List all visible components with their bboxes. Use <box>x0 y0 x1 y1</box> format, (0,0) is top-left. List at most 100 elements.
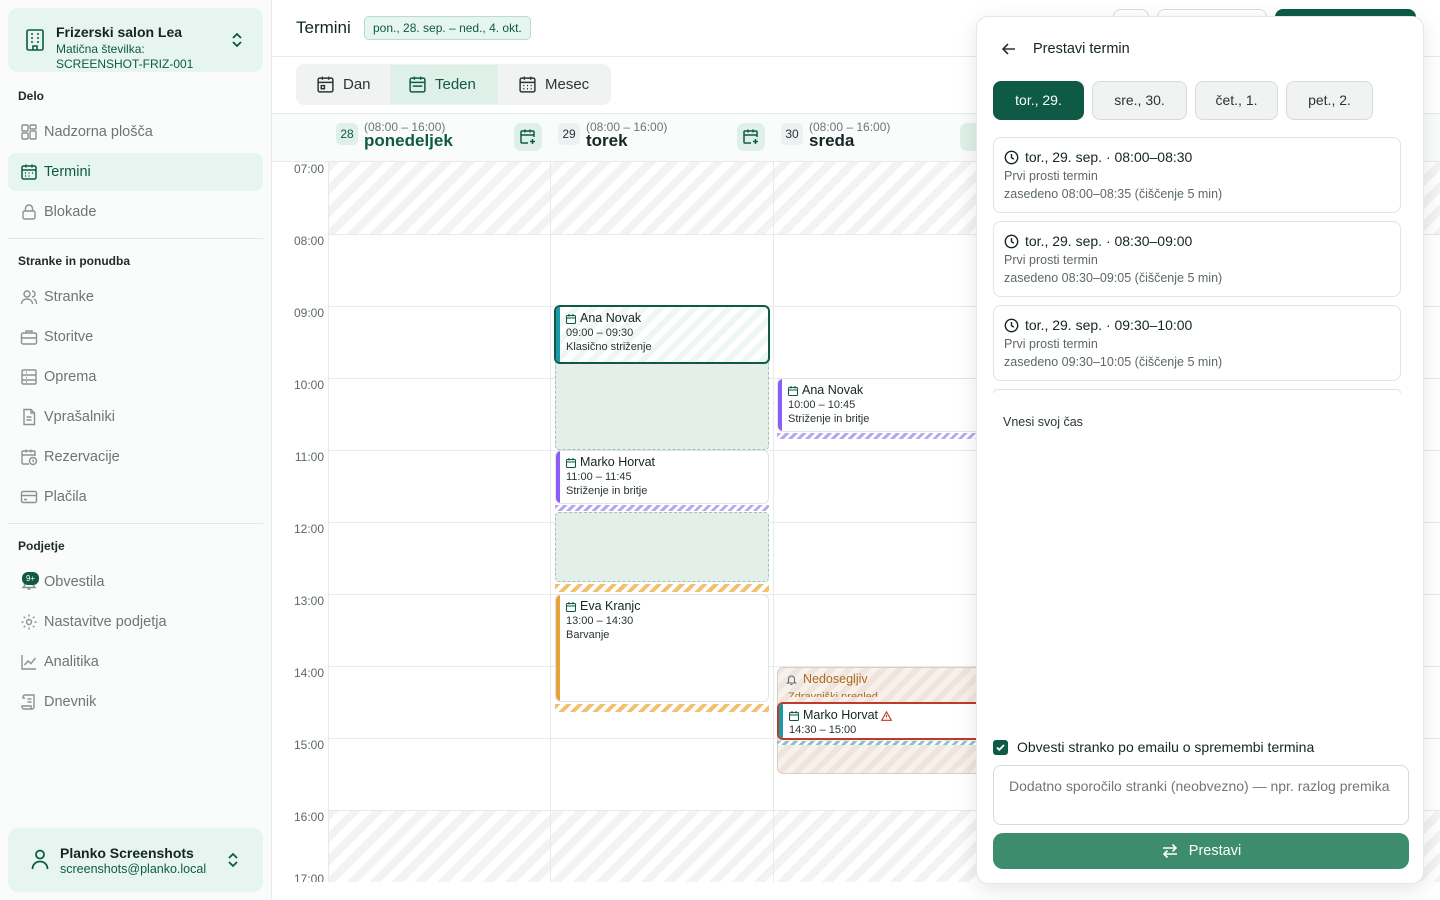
appointment-client: Ana Novak <box>580 311 642 325</box>
appointment-client: Ana Novak <box>802 383 864 397</box>
calendar-icon <box>789 710 799 721</box>
cleanup-buffer <box>777 433 997 439</box>
sidebar-divider <box>8 523 263 524</box>
calendar-icon <box>21 164 37 180</box>
cleanup-buffer <box>777 741 997 745</box>
submit-label: Prestavi <box>1188 843 1242 859</box>
appointment-client: Marko Horvat <box>580 455 656 469</box>
calendar-icon <box>566 601 576 612</box>
calendar-add-icon <box>520 129 535 144</box>
appointment-card[interactable]: Ana Novak 10:00 – 10:45 Striženje in bri… <box>777 378 997 432</box>
sidebar-item-label: Nastavitve podjetja <box>44 614 167 630</box>
day-column-line <box>328 162 329 882</box>
day-column-line <box>773 162 774 882</box>
cleanup-buffer <box>555 584 769 592</box>
day-number: 28 <box>336 123 358 145</box>
calendar-icon <box>317 76 334 93</box>
slot-label: Prvi prosti termin <box>1004 169 1098 183</box>
view-label: Mesec <box>545 76 590 93</box>
day-name: torek <box>586 131 628 150</box>
calendar-icon <box>566 457 576 468</box>
sidebar-item-label: Storitve <box>44 329 94 345</box>
notify-label: Obvesti stranko po emailu o spremembi te… <box>1017 739 1315 755</box>
view-day-button[interactable]: Dan <box>316 65 401 104</box>
sidebar-item-clients[interactable]: Stranke <box>8 278 263 316</box>
appointment-card[interactable]: Marko Horvat 11:00 – 11:45 Striženje in … <box>555 450 769 504</box>
document-icon <box>23 408 36 426</box>
appointment-service: Klasično striženje <box>566 341 652 353</box>
day-header: 29 (08:00 – 16:00) torek <box>550 114 773 163</box>
day-name: ponedeljek <box>364 131 453 150</box>
sidebar-item-services[interactable]: Storitve <box>8 318 263 356</box>
view-week-button[interactable]: Teden <box>390 65 498 104</box>
free-slot-highlight[interactable] <box>555 512 769 582</box>
appointment-card[interactable]: Eva Kranjc 13:00 – 14:30 Barvanje <box>555 594 769 702</box>
free-slot-highlight[interactable] <box>555 360 769 450</box>
sidebar-item-questionnaires[interactable]: Vprašalniki <box>8 398 263 436</box>
appointment-card[interactable]: Ana Novak 09:00 – 09:30 Klasično strižen… <box>554 305 770 364</box>
time-slot-option[interactable]: tor., 29. sep. · 08:00–08:30 Prvi prosti… <box>993 137 1401 213</box>
add-appointment-button[interactable] <box>514 123 542 151</box>
sidebar-item-payments[interactable]: Plačila <box>8 478 263 516</box>
sidebar-item-label: Nadzorna plošča <box>44 124 153 140</box>
cleanup-buffer <box>555 704 769 712</box>
unavailable-label: Nedosegljiv <box>803 672 868 686</box>
day-chip[interactable]: tor., 29. <box>993 81 1084 120</box>
warning-icon <box>881 710 893 721</box>
calendar-add-icon <box>743 129 758 144</box>
appointment-time: 10:00 – 10:45 <box>788 399 856 411</box>
slot-label: Prvi prosti termin <box>1004 253 1098 267</box>
appointment-color-bar <box>556 595 560 701</box>
sidebar-item-notifications[interactable]: Obvestila <box>8 563 263 601</box>
appointment-color-bar <box>556 451 560 503</box>
time-slot-option[interactable]: tor., 29. sep. · 08:30–09:00 Prvi prosti… <box>993 221 1401 297</box>
arrow-left-icon[interactable] <box>1001 41 1017 57</box>
sidebar-item-company-settings[interactable]: Nastavitve podjetja <box>8 603 263 641</box>
appointment-card-conflict[interactable]: Marko Horvat 14:30 – 15:00 <box>777 702 997 740</box>
checkbox-checked[interactable] <box>993 739 1008 755</box>
swap-icon <box>1162 843 1177 859</box>
appointment-service: Barvanje <box>566 629 610 641</box>
appointment-client: Marko Horvat <box>803 708 879 722</box>
scroll-icon <box>21 694 35 710</box>
section-label-clients: Stranke in ponudba <box>18 254 131 268</box>
sidebar-item-reservations[interactable]: Rezervacije <box>8 438 263 476</box>
time-label: 12:00 <box>293 522 324 536</box>
sidebar-item-log[interactable]: Dnevnik <box>8 683 263 721</box>
chevron-up-down-icon <box>228 852 238 868</box>
panel-title: Prestavi termin <box>1033 41 1130 57</box>
slot-time: tor., 29. sep. · 08:00–08:30 <box>1025 149 1193 165</box>
sidebar-item-dashboard[interactable]: Nadzorna plošča <box>8 113 263 151</box>
appointment-color-bar <box>778 379 782 431</box>
time-slot-option-partial <box>993 389 1401 393</box>
sidebar-item-blocks[interactable]: Blokade <box>8 193 263 231</box>
appointment-service: Striženje in britje <box>788 413 870 425</box>
sidebar-item-equipment[interactable]: Oprema <box>8 358 263 396</box>
appointment-color-bar <box>779 704 783 738</box>
view-label: Teden <box>435 76 476 93</box>
day-chip[interactable]: čet., 1. <box>1195 81 1278 120</box>
day-chip[interactable]: sre., 30. <box>1092 81 1187 120</box>
view-month-button[interactable]: Mesec <box>518 65 608 104</box>
day-name: sreda <box>809 131 855 150</box>
add-appointment-button[interactable] <box>737 123 765 151</box>
time-label: 10:00 <box>293 378 324 392</box>
user-email: screenshots@planko.local <box>60 862 207 876</box>
cleanup-buffer <box>555 505 769 511</box>
page-title: Termini <box>296 18 351 37</box>
user-menu[interactable]: Planko Screenshots screenshots@planko.lo… <box>8 828 263 892</box>
slot-label: Prvi prosti termin <box>1004 337 1098 351</box>
sidebar-item-analytics[interactable]: Analitika <box>8 643 263 681</box>
custom-time-link[interactable]: Vnesi svoj čas <box>1003 415 1083 429</box>
time-slot-option[interactable]: tor., 29. sep. · 09:30–10:00 Prvi prosti… <box>993 305 1401 381</box>
reschedule-panel: Prestavi termin tor., 29. sre., 30. čet.… <box>976 16 1424 884</box>
calendar-icon <box>788 385 798 396</box>
time-label: 09:00 <box>293 306 324 320</box>
chevron-up-down-icon <box>232 32 242 48</box>
notify-client-checkbox[interactable]: Obvesti stranko po emailu o spremembi te… <box>993 739 1314 755</box>
day-chip[interactable]: pet., 2. <box>1286 81 1373 120</box>
message-input[interactable] <box>993 765 1409 825</box>
organization-switcher[interactable]: Frizerski salon Lea Matična številka: SC… <box>8 8 263 72</box>
reschedule-submit-button[interactable]: Prestavi <box>993 833 1409 869</box>
sidebar-item-appointments[interactable]: Termini <box>8 153 263 191</box>
